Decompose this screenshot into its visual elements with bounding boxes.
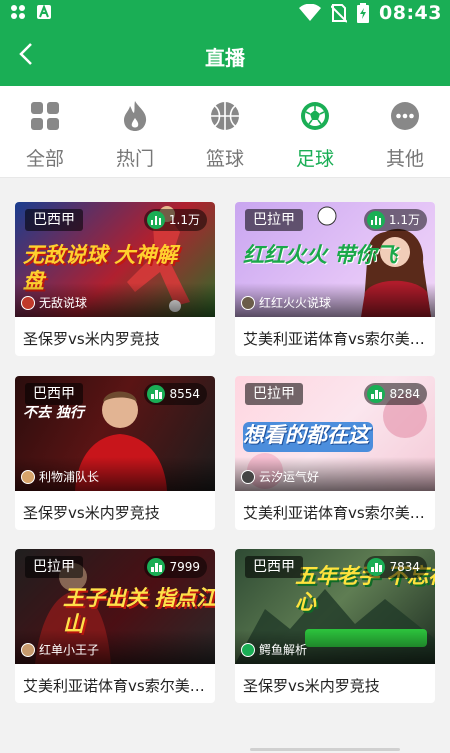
match-title: 圣保罗vs米内罗竞技: [23, 330, 160, 348]
match-title: 圣保罗vs米内罗竞技: [23, 504, 160, 522]
live-thumbnail: 无敌说球 大神解盘 巴西甲 1.1万 无敌说球: [15, 202, 215, 317]
match-title: 艾美利亚诺体育vs索尔美…: [243, 504, 425, 522]
league-badge: 巴西甲: [245, 556, 303, 578]
anchor-name: 利物浦队长: [39, 470, 100, 484]
match-title: 艾美利亚诺体育vs索尔美…: [243, 330, 425, 348]
live-card[interactable]: 红红火火 带你飞 巴拉甲 1.1万 红红火火说球 艾美利亚诺体育vs索尔美…: [235, 202, 435, 356]
grid-four-icon: [27, 98, 63, 134]
view-count: 7999: [144, 556, 207, 578]
live-thumbnail: 五年老手 不忘初心 巴西甲 7834 鳄鱼解析: [235, 549, 435, 664]
anchor-info: 红红火火说球: [241, 294, 331, 311]
popularity-icon: [366, 211, 385, 229]
live-thumbnail: 不去 独行 巴西甲 8554 利物浦队长: [15, 376, 215, 491]
grid-icon: [10, 4, 26, 20]
category-tabs: 全部 热门 篮球 足球 其他: [0, 86, 450, 178]
popularity-icon: [147, 558, 166, 576]
live-card[interactable]: 王子出关 指点江山 巴拉甲 7999 红单小王子 艾美利亚诺体育vs索尔美…: [15, 549, 215, 703]
no-sim-icon: [330, 3, 348, 23]
anchor-name: 云汐运气好: [259, 470, 320, 484]
tab-hot[interactable]: 热门: [90, 86, 180, 178]
avatar: [241, 469, 255, 484]
battery-charging-icon: [357, 3, 370, 23]
tab-other[interactable]: 其他: [360, 86, 450, 178]
match-title: 圣保罗vs米内罗竞技: [243, 677, 380, 695]
anchor-name: 鳄鱼解析: [259, 643, 308, 657]
view-count: 7834: [364, 556, 427, 578]
status-bar: 08:43: [0, 0, 450, 26]
popularity-icon: [367, 385, 386, 403]
league-badge: 巴拉甲: [245, 383, 303, 405]
thumbnail-tagline: 红红火火 带你飞: [243, 243, 398, 267]
view-count: 8554: [144, 383, 207, 405]
live-card[interactable]: 无敌说球 大神解盘 巴西甲 1.1万 无敌说球 圣保罗vs米内罗竞技: [15, 202, 215, 356]
live-card[interactable]: 想看的都在这 巴拉甲 8284 云汐运气好 艾美利亚诺体育vs索尔美…: [235, 376, 435, 530]
avatar: [241, 295, 255, 310]
flame-icon: [117, 98, 153, 134]
live-thumbnail: 王子出关 指点江山 巴拉甲 7999 红单小王子: [15, 549, 215, 664]
title-bar: 直播: [0, 26, 450, 86]
anchor-info: 云汐运气好: [241, 468, 319, 485]
live-thumbnail: 红红火火 带你飞 巴拉甲 1.1万 红红火火说球: [235, 202, 435, 317]
basketball-icon: [207, 98, 243, 134]
a-icon: [36, 4, 52, 20]
anchor-info: 鳄鱼解析: [241, 641, 307, 658]
tab-label: 篮球: [205, 148, 244, 170]
anchor-name: 红单小王子: [39, 643, 100, 657]
tab-label: 其他: [385, 148, 424, 170]
anchor-info: 利物浦队长: [21, 468, 99, 485]
wifi-icon: [299, 3, 322, 22]
page-title: 直播: [205, 46, 245, 70]
anchor-info: 无敌说球: [21, 294, 87, 311]
view-count: 1.1万: [143, 209, 207, 231]
thumbnail-tagline: 想看的都在这: [243, 423, 369, 447]
home-indicator[interactable]: [250, 748, 400, 751]
match-title: 艾美利亚诺体育vs索尔美…: [23, 677, 205, 695]
status-time: 08:43: [379, 2, 442, 24]
soccer-ball-icon: [297, 98, 333, 134]
popularity-icon: [146, 211, 165, 229]
view-count: 1.1万: [363, 209, 427, 231]
league-badge: 巴西甲: [25, 209, 83, 231]
league-badge: 巴拉甲: [245, 209, 303, 231]
tab-label: 热门: [115, 148, 154, 170]
anchor-name: 红红火火说球: [259, 296, 332, 310]
avatar: [21, 295, 35, 310]
more-dots-icon: [387, 98, 423, 134]
popularity-icon: [147, 385, 166, 403]
live-card[interactable]: 五年老手 不忘初心 巴西甲 7834 鳄鱼解析 圣保罗vs米内罗竞技: [235, 549, 435, 703]
anchor-info: 红单小王子: [21, 641, 99, 658]
popularity-icon: [367, 558, 386, 576]
anchor-name: 无敌说球: [39, 296, 88, 310]
tab-all[interactable]: 全部: [0, 86, 90, 178]
avatar: [21, 469, 35, 484]
live-card[interactable]: 不去 独行 巴西甲 8554 利物浦队长 圣保罗vs米内罗竞技: [15, 376, 215, 530]
tab-basketball[interactable]: 篮球: [180, 86, 270, 178]
avatar: [21, 642, 35, 657]
league-badge: 巴西甲: [25, 383, 83, 405]
tab-football[interactable]: 足球: [270, 86, 360, 178]
avatar: [241, 642, 255, 657]
view-count: 8284: [364, 383, 427, 405]
tab-label: 足球: [295, 148, 334, 170]
league-badge: 巴拉甲: [25, 556, 83, 578]
live-thumbnail: 想看的都在这 巴拉甲 8284 云汐运气好: [235, 376, 435, 491]
tab-label: 全部: [25, 148, 64, 170]
